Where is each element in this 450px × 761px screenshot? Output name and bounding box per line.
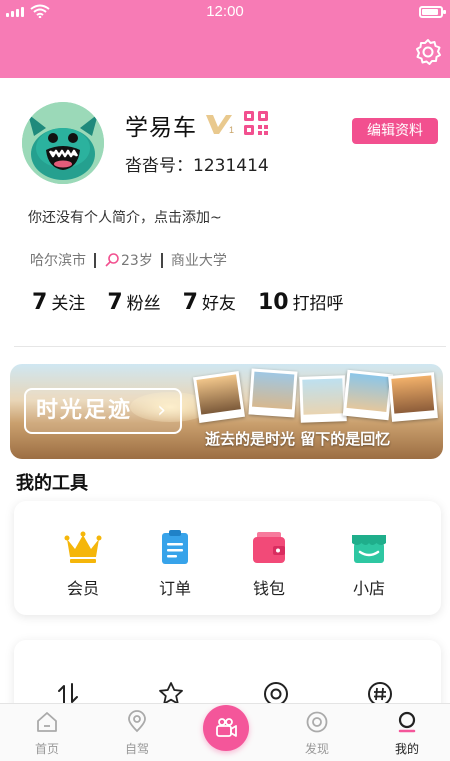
home-icon bbox=[37, 712, 57, 732]
stat-friends[interactable]: 7 好友 bbox=[183, 289, 236, 315]
tool-membership[interactable]: 会员 bbox=[48, 527, 118, 599]
polaroid-photo bbox=[388, 372, 438, 422]
tab-self-drive[interactable]: 自驾 bbox=[107, 710, 167, 757]
tools-section-title: 我的工具 bbox=[16, 473, 88, 494]
user-id-value: 1231414 bbox=[193, 156, 269, 176]
polaroid-photo bbox=[248, 368, 298, 418]
divider bbox=[94, 252, 96, 268]
profile-info-row: 哈尔滨市 23岁 商业大学 bbox=[30, 250, 227, 270]
username: 学易车 bbox=[125, 115, 197, 141]
tab-label: 自驾 bbox=[124, 742, 149, 756]
tool-label: 订单 bbox=[158, 579, 191, 598]
tab-label: 首页 bbox=[34, 742, 59, 756]
avatar[interactable] bbox=[22, 102, 104, 184]
stat-greetings[interactable]: 10 打招呼 bbox=[258, 289, 344, 315]
status-time: 12:00 bbox=[206, 3, 244, 20]
school-label: 商业大学 bbox=[170, 253, 227, 269]
stat-label: 好友 bbox=[201, 294, 236, 314]
section-divider bbox=[14, 346, 446, 347]
stat-label: 关注 bbox=[51, 294, 86, 314]
svg-text:1: 1 bbox=[229, 125, 234, 135]
polaroid-photo bbox=[193, 371, 245, 423]
user-id-label: 沓沓号： bbox=[125, 156, 193, 176]
publish-video-button[interactable] bbox=[203, 705, 249, 751]
age-label: 23岁 bbox=[121, 253, 153, 269]
map-pin-icon bbox=[128, 710, 146, 733]
battery-icon bbox=[419, 6, 446, 18]
tool-shop[interactable]: 小店 bbox=[334, 527, 404, 599]
tool-wallet[interactable]: 钱包 bbox=[234, 527, 304, 599]
stat-label: 打招呼 bbox=[292, 294, 344, 314]
order-icon bbox=[162, 530, 188, 564]
qr-code-icon[interactable] bbox=[242, 109, 270, 137]
vip-badge-icon: 1 bbox=[206, 115, 234, 135]
discover-icon bbox=[306, 711, 328, 733]
banner-caption: 逝去的是时光 留下的是回忆 bbox=[205, 430, 391, 448]
edit-profile-button[interactable]: 编辑资料 bbox=[352, 118, 438, 144]
divider bbox=[160, 252, 163, 268]
monster-avatar-image bbox=[22, 102, 104, 184]
tab-label: 发现 bbox=[304, 742, 329, 756]
polaroid-photo bbox=[342, 369, 394, 421]
stat-number: 7 bbox=[32, 290, 48, 315]
tool-label: 钱包 bbox=[252, 579, 285, 598]
stats-row: 7 关注 7 粉丝 7 好友 10 打招呼 bbox=[32, 289, 366, 315]
tool-label: 会员 bbox=[66, 579, 99, 598]
tab-label: 我的 bbox=[394, 742, 419, 756]
banner-button-label: 时光足迹 bbox=[36, 398, 133, 423]
tab-discover[interactable]: 发现 bbox=[287, 710, 347, 757]
city-label: 哈尔滨市 bbox=[30, 253, 86, 269]
header-bar: 12:00 bbox=[0, 0, 450, 78]
tools-card: 会员 订单 钱包 小店 bbox=[14, 501, 441, 615]
tool-orders[interactable]: 订单 bbox=[140, 527, 210, 599]
user-id: 沓沓号：1231414 bbox=[125, 151, 269, 176]
polaroid-photo bbox=[299, 375, 347, 423]
stat-number: 10 bbox=[257, 290, 289, 315]
gender-female-icon bbox=[105, 253, 119, 267]
stat-followers[interactable]: 7 粉丝 bbox=[107, 289, 160, 315]
stat-number: 7 bbox=[107, 290, 123, 315]
stat-following[interactable]: 7 关注 bbox=[32, 289, 85, 315]
time-footprint-button[interactable]: 时光足迹 › bbox=[24, 388, 182, 434]
tab-mine[interactable]: 我的 bbox=[377, 710, 437, 757]
video-camera-icon bbox=[216, 718, 237, 737]
tab-home[interactable]: 首页 bbox=[17, 710, 77, 757]
profile-icon bbox=[398, 711, 416, 733]
tool-label: 小店 bbox=[352, 579, 385, 598]
stat-number: 7 bbox=[182, 290, 198, 315]
stat-label: 粉丝 bbox=[126, 294, 161, 314]
chevron-right-icon: › bbox=[157, 398, 168, 423]
time-footprint-banner[interactable]: 时光足迹 › 逝去的是时光 留下的是回忆 bbox=[10, 364, 443, 459]
crown-icon bbox=[64, 531, 102, 563]
shop-icon bbox=[352, 535, 386, 563]
bio-text[interactable]: 你还没有个人简介，点击添加~ bbox=[28, 207, 222, 227]
gear-icon[interactable] bbox=[414, 38, 442, 66]
wallet-icon bbox=[253, 532, 285, 563]
